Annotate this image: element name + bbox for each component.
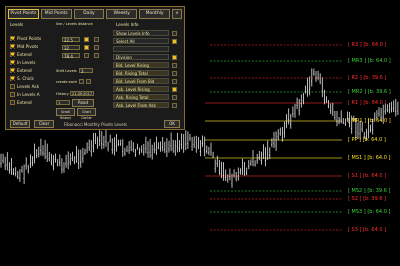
tab-bar: Pivot Points Mid Points Daily Weekly Mon… bbox=[8, 9, 182, 19]
info-option[interactable]: Select All bbox=[113, 38, 169, 44]
info-checkbox[interactable] bbox=[172, 78, 177, 84]
settings-panel: Pivot Points Mid Points Daily Weekly Mon… bbox=[5, 6, 185, 130]
info-option[interactable]: Bid. Level From Bid bbox=[113, 78, 169, 84]
info-option[interactable]: Bid. Level Rising bbox=[113, 62, 169, 68]
checkbox[interactable] bbox=[10, 52, 15, 57]
option-row[interactable]: Extend bbox=[10, 52, 32, 57]
info-checkbox[interactable] bbox=[172, 94, 177, 100]
levels-info-heading: Levels Info bbox=[116, 22, 139, 27]
tab-weekly[interactable]: Weekly bbox=[106, 9, 138, 19]
pivot-level-label: [ MS1 ] [b: 64.0 ] bbox=[348, 155, 391, 161]
option-label: In Levels A bbox=[17, 92, 40, 97]
clear-button[interactable]: Clear bbox=[34, 120, 54, 128]
info-option[interactable]: Ask. Rising Total bbox=[113, 94, 169, 100]
create-each-box-2[interactable] bbox=[86, 79, 91, 84]
width-swatch-1[interactable] bbox=[94, 37, 99, 42]
option-row[interactable]: Extend bbox=[10, 68, 32, 73]
levels-heading: Levels bbox=[10, 22, 24, 27]
scroll-history-button[interactable]: Scroll History bbox=[56, 108, 75, 120]
tab-mid-points[interactable]: Mid Points bbox=[40, 9, 72, 19]
value-field-1[interactable]: 22.5 bbox=[62, 37, 80, 43]
shift-levels-label: Shift Levels bbox=[56, 69, 77, 73]
checkbox[interactable] bbox=[10, 68, 15, 73]
read-button[interactable]: Read bbox=[72, 99, 94, 107]
checkbox[interactable] bbox=[10, 100, 15, 105]
value-field-3[interactable]: 78.4 bbox=[62, 53, 80, 59]
option-label: Extend bbox=[17, 52, 32, 57]
history-date-input[interactable]: 21.09.2017 bbox=[70, 91, 94, 96]
option-row[interactable]: S. Chick bbox=[10, 76, 34, 81]
info-checkbox[interactable] bbox=[172, 70, 177, 76]
option-row[interactable]: Pivot Points bbox=[10, 36, 41, 41]
create-each-box[interactable] bbox=[79, 79, 84, 84]
tab-daily[interactable]: Daily bbox=[73, 9, 105, 19]
pivot-level-label: [ S3 ] [b: 64.0 ] bbox=[348, 227, 387, 233]
option-label: Pivot Points bbox=[17, 36, 42, 41]
history-label: History bbox=[56, 92, 69, 96]
checkbox[interactable] bbox=[10, 84, 15, 89]
option-label: Extend bbox=[17, 100, 32, 105]
info-option[interactable] bbox=[113, 46, 169, 52]
pivot-level-label: [ R2 ] [b: 39.6 ] bbox=[348, 75, 387, 81]
checkbox[interactable] bbox=[10, 44, 15, 49]
line-distance-label: line / Levels distance bbox=[56, 22, 93, 26]
tab-pivot-points[interactable]: Pivot Points bbox=[8, 9, 39, 19]
pivot-level-label: [ R3 ] [b: 64.0 ] bbox=[348, 42, 387, 48]
option-row[interactable]: In Levels A bbox=[10, 92, 40, 97]
info-option[interactable]: Ask. Level From Ask bbox=[113, 102, 169, 108]
ok-button[interactable]: OK bbox=[164, 120, 180, 128]
info-checkbox[interactable] bbox=[172, 30, 177, 36]
history-count-input[interactable]: 1 bbox=[56, 100, 70, 105]
pivot-level-label: [ MS3 ] [b: 64.0 ] bbox=[348, 209, 391, 215]
pivot-level-label: [ MR1 ] [b: 64.0 ] bbox=[348, 118, 391, 124]
checkbox[interactable] bbox=[10, 36, 15, 41]
color-swatch-2[interactable] bbox=[84, 45, 89, 50]
width-swatch-3[interactable] bbox=[94, 53, 99, 58]
info-option[interactable]: Division bbox=[113, 54, 169, 60]
option-label: Extend bbox=[17, 68, 32, 73]
checkbox[interactable] bbox=[10, 76, 15, 81]
width-swatch-2[interactable] bbox=[94, 45, 99, 50]
info-option[interactable]: Ask. Level Rising bbox=[113, 86, 169, 92]
checkbox[interactable] bbox=[10, 92, 15, 97]
info-checkbox[interactable] bbox=[172, 54, 177, 60]
option-label: In Levels bbox=[17, 60, 36, 65]
pivot-level-label: [ S2 ] [b: 39.6 ] bbox=[348, 196, 387, 202]
chart-center-button[interactable]: Chart Center bbox=[77, 108, 96, 120]
option-row[interactable]: Mid Pivots bbox=[10, 44, 38, 49]
info-option[interactable]: Show Levels Info bbox=[113, 30, 169, 36]
shift-levels-input[interactable]: 3 bbox=[79, 68, 93, 74]
option-row[interactable]: In Levels bbox=[10, 60, 35, 65]
pivot-level-label: [ MR3 ] [b: 64.0 ] bbox=[348, 58, 391, 64]
color-swatch-1[interactable] bbox=[84, 37, 89, 42]
default-button[interactable]: Default bbox=[10, 120, 30, 128]
option-row[interactable]: Extend bbox=[10, 100, 32, 105]
option-label: Levels Ask bbox=[17, 84, 40, 89]
pivot-level-label: [ PP ] [b: 64.0 ] bbox=[348, 137, 386, 143]
color-swatch-3[interactable] bbox=[84, 53, 89, 58]
pivot-level-label: [ S1 ] [b: 64.0 ] bbox=[348, 173, 387, 179]
footer-title: Fibonacci Monthly Pivots Levels bbox=[64, 122, 127, 127]
close-icon[interactable]: × bbox=[171, 9, 182, 19]
option-label: Mid Pivots bbox=[17, 44, 39, 49]
option-row[interactable]: Levels Ask bbox=[10, 84, 39, 89]
pivot-level-label: [ MS2 ] [b: 39.6 ] bbox=[348, 188, 391, 194]
info-checkbox[interactable] bbox=[172, 86, 177, 92]
checkbox[interactable] bbox=[10, 60, 15, 65]
pivot-level-label: [ MR2 ] [b: 39.6 ] bbox=[348, 89, 391, 95]
info-checkbox[interactable] bbox=[172, 102, 177, 108]
info-checkbox[interactable] bbox=[172, 38, 177, 44]
info-checkbox[interactable] bbox=[172, 62, 177, 68]
info-option[interactable]: Bid. Rising Total bbox=[113, 70, 169, 76]
value-field-2[interactable]: 32 bbox=[62, 45, 80, 51]
create-each-label: create each bbox=[56, 80, 78, 84]
tab-monthly[interactable]: Monthly bbox=[139, 9, 170, 19]
option-label: S. Chick bbox=[17, 76, 34, 81]
pivot-level-label: [ R1 ] [b: 64.0 ] bbox=[348, 100, 387, 106]
